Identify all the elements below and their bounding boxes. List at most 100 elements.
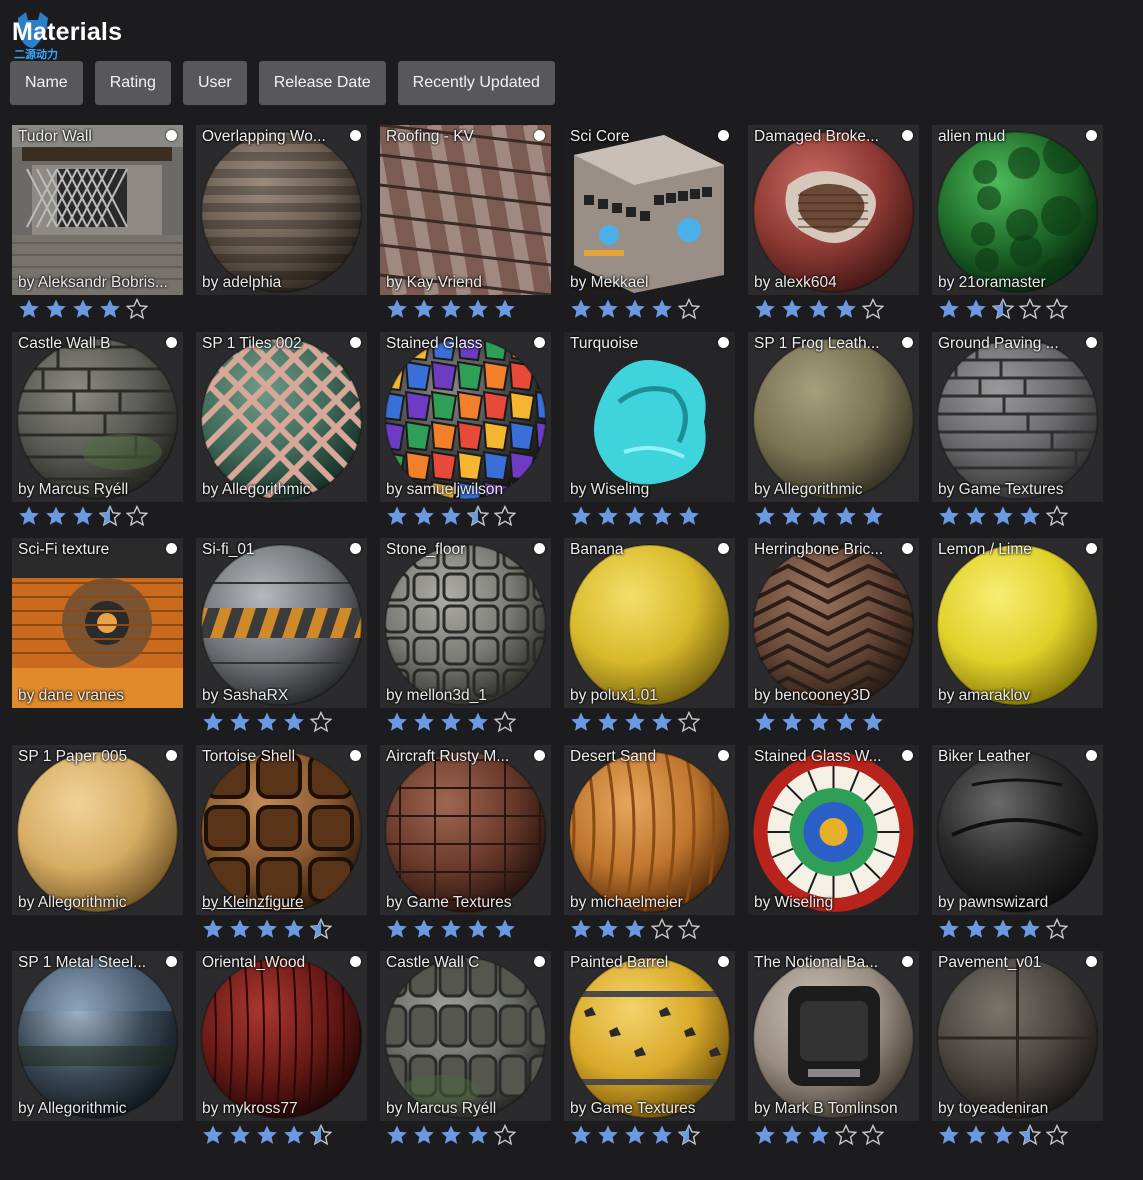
star-filled-icon[interactable] <box>413 711 435 733</box>
star-filled-icon[interactable] <box>413 918 435 940</box>
star-empty-icon[interactable] <box>678 711 700 733</box>
material-tile[interactable]: SP 1 Tiles 002 by Allegorithmic <box>196 331 367 502</box>
material-thumbnail[interactable] <box>564 331 735 502</box>
material-name[interactable]: The Notional Ba... <box>754 954 892 972</box>
star-empty-icon[interactable] <box>494 1124 516 1146</box>
material-author[interactable]: by Allegorithmic <box>754 481 914 499</box>
star-filled-icon[interactable] <box>570 505 592 527</box>
star-filled-icon[interactable] <box>386 505 408 527</box>
star-empty-icon[interactable] <box>1046 298 1068 320</box>
star-half-icon[interactable] <box>467 504 489 527</box>
star-filled-icon[interactable] <box>992 505 1014 527</box>
material-author[interactable]: by Wiseling <box>570 481 730 499</box>
material-name[interactable]: Biker Leather <box>938 748 1076 766</box>
material-name[interactable]: Overlapping Wo... <box>202 128 340 146</box>
star-filled-icon[interactable] <box>862 711 884 733</box>
material-thumbnail[interactable] <box>12 125 183 295</box>
material-name[interactable]: SP 1 Frog Leath... <box>754 335 892 353</box>
rating-stars[interactable] <box>202 917 332 942</box>
material-tile[interactable]: Desert Sand by michaelmeier <box>564 744 735 915</box>
material-thumbnail[interactable] <box>380 125 551 295</box>
star-filled-icon[interactable] <box>386 298 408 320</box>
star-filled-icon[interactable] <box>229 918 251 940</box>
material-thumbnail[interactable] <box>12 951 183 1121</box>
material-name[interactable]: Castle Wall C <box>386 954 524 972</box>
material-name[interactable]: Si-fi_01 <box>202 541 340 559</box>
sort-release-date-button[interactable]: Release Date <box>258 61 386 105</box>
dot-icon[interactable] <box>534 543 545 554</box>
material-tile[interactable]: Stained Glass W... by Wiseling <box>748 744 919 915</box>
star-filled-icon[interactable] <box>440 1124 462 1146</box>
star-filled-icon[interactable] <box>651 711 673 733</box>
material-author[interactable]: by michaelmeier <box>570 894 730 912</box>
dot-icon[interactable] <box>534 336 545 348</box>
material-author[interactable]: by Kleinzfigure <box>202 894 362 912</box>
star-filled-icon[interactable] <box>862 505 884 527</box>
material-card[interactable]: alien mud by 21oramaster <box>932 125 1103 332</box>
material-card[interactable]: Turquoise by Wiseling <box>564 331 735 539</box>
star-filled-icon[interactable] <box>597 298 619 320</box>
material-thumbnail[interactable] <box>932 125 1103 295</box>
rating-stars[interactable] <box>386 918 516 942</box>
material-name[interactable]: Aircraft Rusty M... <box>386 748 524 766</box>
material-card[interactable]: Sci Core by Mekkael <box>564 125 735 332</box>
star-half-icon[interactable] <box>1019 1124 1041 1146</box>
star-filled-icon[interactable] <box>570 1124 592 1146</box>
star-filled-icon[interactable] <box>18 505 40 527</box>
star-half-icon[interactable] <box>310 917 332 940</box>
material-name[interactable]: SP 1 Metal Steel... <box>18 954 156 972</box>
star-half-icon[interactable] <box>310 1124 332 1146</box>
dot-icon[interactable] <box>1086 956 1097 967</box>
dot-icon[interactable] <box>902 130 913 141</box>
star-filled-icon[interactable] <box>597 505 619 527</box>
material-name[interactable]: Tortoise Shell <box>202 748 340 766</box>
material-card[interactable]: Stone_floor by mellon3d_1 <box>380 538 551 745</box>
star-empty-icon[interactable] <box>678 298 700 320</box>
material-thumbnail[interactable] <box>196 538 367 708</box>
material-card[interactable]: Damaged Broke... by alexk604 <box>748 125 919 332</box>
star-filled-icon[interactable] <box>256 1124 278 1146</box>
star-filled-icon[interactable] <box>45 505 67 527</box>
star-filled-icon[interactable] <box>938 918 960 940</box>
material-tile[interactable]: Oriental_Wood by mykross77 <box>196 951 367 1121</box>
material-author[interactable]: by pawnswizard <box>938 894 1098 912</box>
star-filled-icon[interactable] <box>808 298 830 320</box>
material-card[interactable]: Castle Wall B by Marcus Ryéll <box>12 331 183 539</box>
star-empty-icon[interactable] <box>126 298 148 320</box>
star-filled-icon[interactable] <box>283 918 305 940</box>
material-name[interactable]: Stained Glass W... <box>754 748 892 766</box>
material-tile[interactable]: Tortoise Shell by Kleinzfigure <box>196 744 367 915</box>
material-author[interactable]: by Marcus Ryéll <box>386 1100 546 1118</box>
material-name[interactable]: Stone_floor <box>386 541 524 559</box>
material-card[interactable]: Stained Glass W... by Wiseling <box>748 744 919 952</box>
material-card[interactable]: Roofing - KV by Kay Vriend <box>380 125 551 332</box>
star-filled-icon[interactable] <box>938 505 960 527</box>
material-card[interactable]: Overlapping Wo... by adelphia <box>196 125 367 332</box>
star-filled-icon[interactable] <box>229 711 251 733</box>
dot-icon[interactable] <box>718 336 729 348</box>
star-filled-icon[interactable] <box>202 1124 224 1146</box>
rating-stars[interactable] <box>754 1124 884 1148</box>
material-name[interactable]: Castle Wall B <box>18 335 156 353</box>
material-name[interactable]: Lemon / Lime <box>938 541 1076 559</box>
material-author[interactable]: by SashaRX <box>202 687 362 705</box>
rating-stars[interactable] <box>18 504 148 529</box>
rating-stars[interactable] <box>754 711 884 735</box>
dot-icon[interactable] <box>166 130 177 141</box>
star-filled-icon[interactable] <box>413 505 435 527</box>
material-name[interactable]: Turquoise <box>570 335 708 353</box>
material-name[interactable]: Painted Barrel <box>570 954 708 972</box>
material-name[interactable]: Stained Glass <box>386 335 524 353</box>
rating-stars[interactable] <box>570 711 700 735</box>
rating-stars[interactable] <box>754 505 884 529</box>
material-tile[interactable]: Tudor Wall by Aleksandr Bobris... <box>12 125 183 295</box>
star-filled-icon[interactable] <box>45 298 67 320</box>
dot-icon[interactable] <box>534 749 545 761</box>
material-card[interactable]: Tortoise Shell by Kleinzfigure <box>196 744 367 952</box>
material-name[interactable]: Banana <box>570 541 708 559</box>
star-filled-icon[interactable] <box>938 298 960 320</box>
material-card[interactable]: SP 1 Paper 005 by Allegorithmic <box>12 744 183 952</box>
material-tile[interactable]: Painted Barrel by Game Textures <box>564 951 735 1121</box>
star-filled-icon[interactable] <box>570 918 592 940</box>
star-filled-icon[interactable] <box>835 505 857 527</box>
